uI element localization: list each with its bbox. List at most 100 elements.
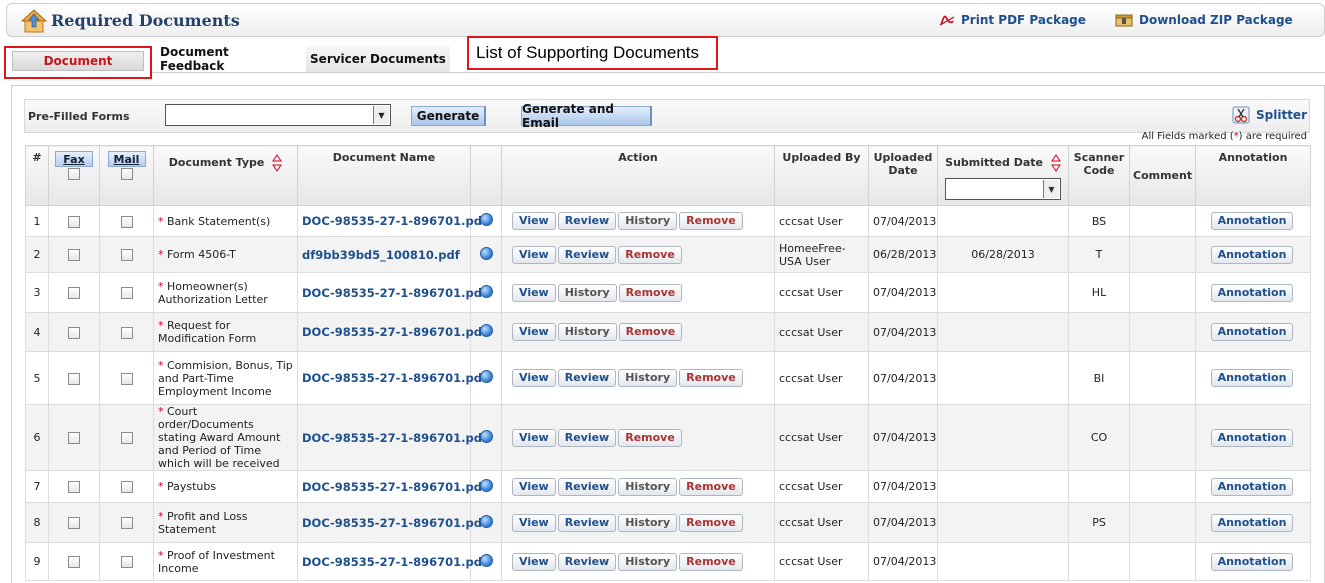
mail-checkbox[interactable] xyxy=(120,249,133,261)
history-button[interactable]: History xyxy=(618,212,678,230)
document-name-link[interactable]: DOC-98535-27-1-896701.pdf xyxy=(302,325,487,339)
mail-checkbox[interactable] xyxy=(120,432,133,444)
document-name-link[interactable]: df9bb39bd5_100810.pdf xyxy=(302,248,460,262)
annotation-button[interactable]: Annotation xyxy=(1210,323,1294,341)
generate-button[interactable]: Generate xyxy=(411,106,486,126)
review-button[interactable]: Review xyxy=(557,477,617,496)
document-name-link[interactable]: DOC-98535-27-1-896701.pdf xyxy=(302,516,487,530)
fax-checkbox[interactable] xyxy=(68,432,80,444)
required-star: * xyxy=(158,509,164,523)
mail-checkbox[interactable] xyxy=(120,326,133,339)
view-button[interactable]: View xyxy=(512,477,556,496)
splitter-link[interactable]: Splitter xyxy=(1232,106,1307,124)
mail-checkbox[interactable] xyxy=(120,517,133,529)
history-button[interactable]: History xyxy=(557,323,617,341)
remove-button[interactable]: Remove xyxy=(679,212,743,230)
fax-checkbox[interactable] xyxy=(68,372,80,385)
annotation-button[interactable]: Annotation xyxy=(1210,212,1294,230)
mail-select-all-checkbox[interactable] xyxy=(120,168,133,180)
review-button[interactable]: Review xyxy=(557,552,617,571)
remove-button[interactable]: Remove xyxy=(618,245,682,264)
remove-button[interactable]: Remove xyxy=(618,428,682,447)
remove-button[interactable]: Remove xyxy=(679,513,743,532)
view-button[interactable]: View xyxy=(512,323,556,341)
fax-checkbox[interactable] xyxy=(68,517,80,529)
fax-checkbox[interactable] xyxy=(68,287,80,299)
view-button[interactable]: View xyxy=(512,513,556,532)
history-button[interactable]: History xyxy=(618,369,678,387)
document-name-link[interactable]: DOC-98535-27-1-896701.pdf xyxy=(302,286,487,300)
submitted-date-filter-select[interactable]: ▼ xyxy=(945,178,1061,200)
annotation-button[interactable]: Annotation xyxy=(1210,477,1294,496)
review-button[interactable]: Review xyxy=(557,369,617,387)
annotation-button[interactable]: Annotation xyxy=(1210,369,1294,387)
document-name-link[interactable]: DOC-98535-27-1-896701.pdf xyxy=(302,480,487,494)
review-button[interactable]: Review xyxy=(557,428,617,447)
mail-checkbox[interactable] xyxy=(120,372,133,385)
remove-button[interactable]: Remove xyxy=(679,369,743,387)
document-name-link[interactable]: DOC-98535-27-1-896701.pdf xyxy=(302,555,487,569)
sort-arrows-icon[interactable] xyxy=(272,154,283,172)
annotation-button[interactable]: Annotation xyxy=(1210,552,1294,571)
remove-button[interactable]: Remove xyxy=(618,323,683,341)
document-name-link[interactable]: DOC-98535-27-1-896701.pdf xyxy=(302,431,487,445)
view-button[interactable]: View xyxy=(512,212,556,230)
mail-select-all-link[interactable]: Mail xyxy=(107,151,146,167)
chevron-down-icon[interactable]: ▼ xyxy=(373,106,389,124)
download-zip-package-link[interactable]: Download ZIP Package xyxy=(1115,13,1293,27)
remove-button[interactable]: Remove xyxy=(679,552,743,571)
mail-checkbox[interactable] xyxy=(120,556,133,568)
tab-document-feedback[interactable]: Document Feedback xyxy=(160,45,296,73)
fax-checkbox[interactable] xyxy=(68,481,80,493)
fax-select-all-checkbox[interactable] xyxy=(68,168,80,180)
view-button[interactable]: View xyxy=(512,369,556,387)
document-name-link[interactable]: DOC-98535-27-1-896701.pdf xyxy=(302,371,487,385)
annotation-button[interactable]: Annotation xyxy=(1210,245,1294,264)
sort-arrows-icon[interactable] xyxy=(1050,154,1061,172)
print-pdf-package-link[interactable]: Print PDF Package xyxy=(939,13,1086,27)
document-type: Profit and Loss Statement xyxy=(158,509,248,536)
mail-checkbox[interactable] xyxy=(120,215,133,228)
review-button[interactable]: Review xyxy=(557,212,617,230)
document-type-cell: * Paystubs xyxy=(153,470,298,503)
fax-select-all-link[interactable]: Fax xyxy=(55,151,93,167)
review-button[interactable]: Review xyxy=(557,245,617,264)
annotation-button[interactable]: Annotation xyxy=(1210,428,1294,447)
chevron-down-icon[interactable]: ▼ xyxy=(1043,180,1059,198)
annotation-cell: Annotation xyxy=(1195,351,1311,405)
remove-button[interactable]: Remove xyxy=(618,283,683,302)
required-star: * xyxy=(158,405,164,418)
submitted-date xyxy=(937,351,1069,405)
annotation-button[interactable]: Annotation xyxy=(1210,513,1294,532)
fax-checkbox[interactable] xyxy=(68,249,80,261)
history-button[interactable]: History xyxy=(618,477,678,496)
review-button[interactable]: Review xyxy=(557,513,617,532)
view-button[interactable]: View xyxy=(512,428,556,447)
tab-servicer-documents[interactable]: Servicer Documents xyxy=(306,46,450,72)
document-name-link[interactable]: DOC-98535-27-1-896701.pdf xyxy=(302,214,487,228)
view-button[interactable]: View xyxy=(512,552,556,571)
fax-checkbox[interactable] xyxy=(68,215,80,228)
remove-button[interactable]: Remove xyxy=(679,477,743,496)
tab-document[interactable]: Document xyxy=(4,46,152,79)
fax-checkbox[interactable] xyxy=(68,556,80,568)
document-type-cell: * Proof of Investment Income xyxy=(153,542,298,581)
document-type-cell: * Homeowner(s) Authorization Letter xyxy=(153,272,298,313)
view-button[interactable]: View xyxy=(512,283,556,302)
generate-and-email-button[interactable]: Generate and Email xyxy=(521,102,652,130)
history-button[interactable]: History xyxy=(618,513,678,532)
status-dot-icon xyxy=(479,213,493,226)
required-star: * xyxy=(158,358,164,372)
annotation-button[interactable]: Annotation xyxy=(1210,283,1294,302)
history-button[interactable]: History xyxy=(557,283,617,302)
submitted-date xyxy=(937,272,1069,313)
col-document-type[interactable]: Document Type xyxy=(153,145,298,206)
fax-checkbox[interactable] xyxy=(68,326,80,339)
mail-checkbox[interactable] xyxy=(120,287,133,299)
history-button[interactable]: History xyxy=(618,552,678,571)
view-button[interactable]: View xyxy=(512,245,556,264)
prefilled-forms-select[interactable]: ▼ xyxy=(165,104,391,126)
document-name-cell: DOC-98535-27-1-896701.pdf xyxy=(297,272,487,313)
mail-checkbox[interactable] xyxy=(120,481,133,493)
table-row: 8 * Profit and Loss Statement DOC-98535-27… xyxy=(25,502,1311,543)
